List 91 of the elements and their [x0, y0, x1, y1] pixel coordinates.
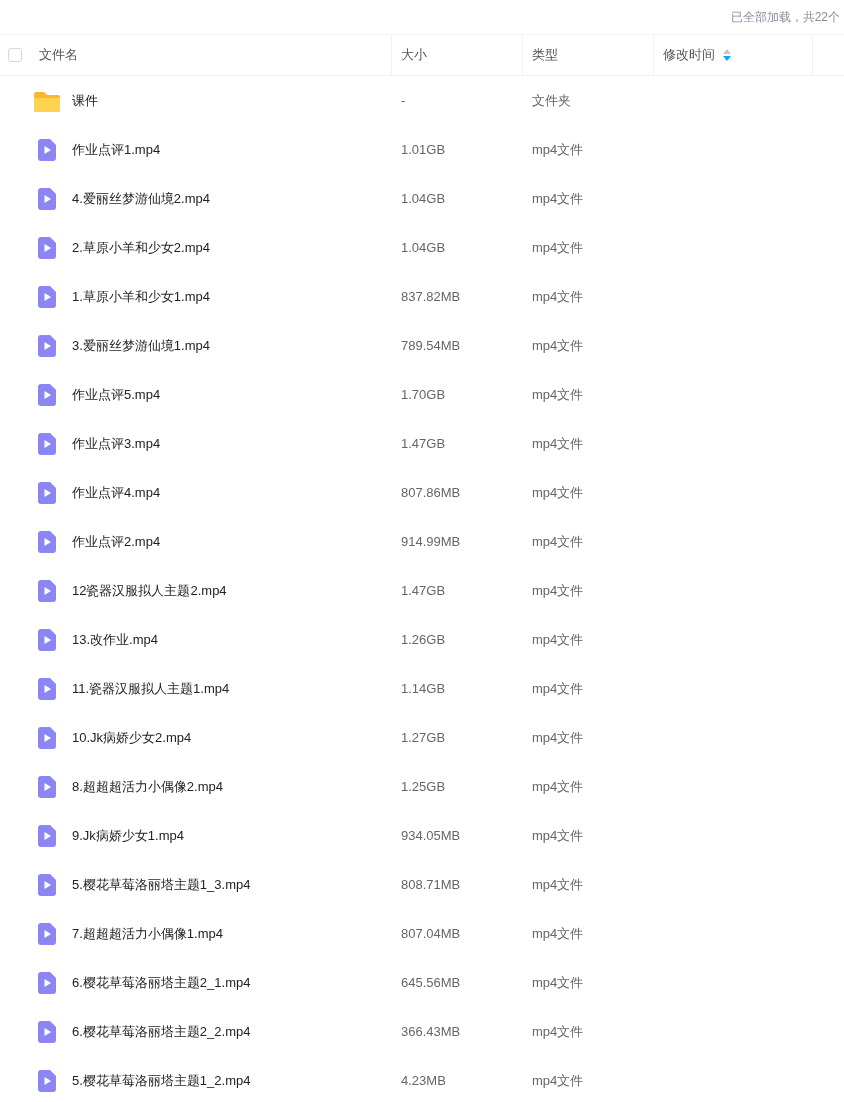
- video-file-icon: [38, 236, 56, 259]
- file-type: 文件夹: [532, 92, 571, 108]
- file-type: mp4文件: [532, 778, 584, 794]
- file-name[interactable]: 2.草原小羊和少女2.mp4: [72, 237, 210, 258]
- file-size: 1.47GB: [401, 435, 446, 451]
- file-type: mp4文件: [532, 631, 584, 647]
- file-name[interactable]: 作业点评1.mp4: [72, 139, 161, 160]
- sort-icon[interactable]: [723, 49, 731, 61]
- select-all-checkbox[interactable]: [8, 48, 22, 62]
- file-size: 1.47GB: [401, 582, 446, 598]
- video-file-icon: [38, 971, 56, 994]
- file-size: 366.43MB: [401, 1023, 461, 1039]
- file-name[interactable]: 1.草原小羊和少女1.mp4: [72, 286, 210, 307]
- file-type: mp4文件: [532, 1072, 584, 1088]
- video-file-icon: [38, 1069, 56, 1092]
- file-size: 1.70GB: [401, 386, 446, 402]
- file-name[interactable]: 6.樱花草莓洛丽塔主题2_2.mp4: [72, 1021, 251, 1042]
- file-size: 837.82MB: [401, 288, 461, 304]
- file-type: mp4文件: [532, 239, 584, 255]
- file-size: 807.04MB: [401, 925, 461, 941]
- file-size: 1.04GB: [401, 190, 446, 206]
- file-type: mp4文件: [532, 582, 584, 598]
- video-file-icon: [38, 285, 56, 308]
- video-file-icon: [38, 726, 56, 749]
- video-file-icon: [38, 1020, 56, 1043]
- file-name[interactable]: 作业点评3.mp4: [72, 433, 161, 454]
- status-text: 已全部加载，共22个: [730, 9, 840, 26]
- video-file-icon: [38, 187, 56, 210]
- video-file-icon: [38, 138, 56, 161]
- file-type: mp4文件: [532, 337, 584, 353]
- file-name[interactable]: 课件: [72, 90, 98, 111]
- file-type: mp4文件: [532, 925, 584, 941]
- file-name[interactable]: 作业点评5.mp4: [72, 384, 161, 405]
- video-file-icon: [38, 628, 56, 651]
- folder-icon: [34, 89, 60, 112]
- video-file-icon: [38, 579, 56, 602]
- column-header[interactable]: 类型: [532, 45, 558, 65]
- file-name[interactable]: 7.超超超活力小偶像1.mp4: [72, 923, 223, 944]
- file-size: 1.14GB: [401, 680, 446, 696]
- file-type: mp4文件: [532, 533, 584, 549]
- video-file-icon: [38, 432, 56, 455]
- file-name[interactable]: 4.爱丽丝梦游仙境2.mp4: [72, 188, 210, 209]
- video-file-icon: [38, 383, 56, 406]
- file-size: 1.26GB: [401, 631, 446, 647]
- column-header[interactable]: 修改时间: [663, 45, 715, 65]
- file-size: 1.27GB: [401, 729, 446, 745]
- file-type: mp4文件: [532, 484, 584, 500]
- file-size: 645.56MB: [401, 974, 461, 990]
- column-header[interactable]: 文件名: [39, 45, 78, 65]
- file-name[interactable]: 作业点评2.mp4: [72, 531, 161, 552]
- file-type: mp4文件: [532, 680, 584, 696]
- file-size: -: [401, 92, 406, 108]
- file-size: 1.01GB: [401, 141, 446, 157]
- video-file-icon: [38, 873, 56, 896]
- file-name[interactable]: 5.樱花草莓洛丽塔主题1_3.mp4: [72, 874, 251, 895]
- file-type: mp4文件: [532, 827, 584, 843]
- file-type: mp4文件: [532, 141, 584, 157]
- file-type: mp4文件: [532, 974, 584, 990]
- file-size: 807.86MB: [401, 484, 461, 500]
- file-name[interactable]: 6.樱花草莓洛丽塔主题2_1.mp4: [72, 972, 251, 993]
- video-file-icon: [38, 677, 56, 700]
- video-file-icon: [38, 922, 56, 945]
- file-size: 934.05MB: [401, 827, 461, 843]
- file-type: mp4文件: [532, 1023, 584, 1039]
- video-file-icon: [38, 481, 56, 504]
- file-type: mp4文件: [532, 876, 584, 892]
- file-size: 4.23MB: [401, 1072, 446, 1088]
- file-size: 808.71MB: [401, 876, 461, 892]
- file-name[interactable]: 9.Jk病娇少女1.mp4: [72, 825, 184, 846]
- file-type: mp4文件: [532, 190, 584, 206]
- file-name[interactable]: 3.爱丽丝梦游仙境1.mp4: [72, 335, 210, 356]
- file-type: mp4文件: [532, 386, 584, 402]
- video-file-icon: [38, 334, 56, 357]
- file-size: 1.25GB: [401, 778, 446, 794]
- file-name[interactable]: 11.瓷器汉服拟人主题1.mp4: [72, 678, 230, 699]
- file-type: mp4文件: [532, 435, 584, 451]
- file-type: mp4文件: [532, 729, 584, 745]
- file-name[interactable]: 5.樱花草莓洛丽塔主题1_2.mp4: [72, 1070, 251, 1091]
- column-header[interactable]: 大小: [401, 45, 427, 65]
- file-name[interactable]: 12瓷器汉服拟人主题2.mp4: [72, 580, 227, 601]
- video-file-icon: [38, 775, 56, 798]
- file-size: 789.54MB: [401, 337, 461, 353]
- file-name[interactable]: 8.超超超活力小偶像2.mp4: [72, 776, 223, 797]
- video-file-icon: [38, 530, 56, 553]
- file-type: mp4文件: [532, 288, 584, 304]
- file-name[interactable]: 10.Jk病娇少女2.mp4: [72, 727, 192, 748]
- video-file-icon: [38, 824, 56, 847]
- file-size: 1.04GB: [401, 239, 446, 255]
- file-name[interactable]: 13.改作业.mp4: [72, 629, 158, 650]
- file-size: 914.99MB: [401, 533, 461, 549]
- file-name[interactable]: 作业点评4.mp4: [72, 482, 161, 503]
